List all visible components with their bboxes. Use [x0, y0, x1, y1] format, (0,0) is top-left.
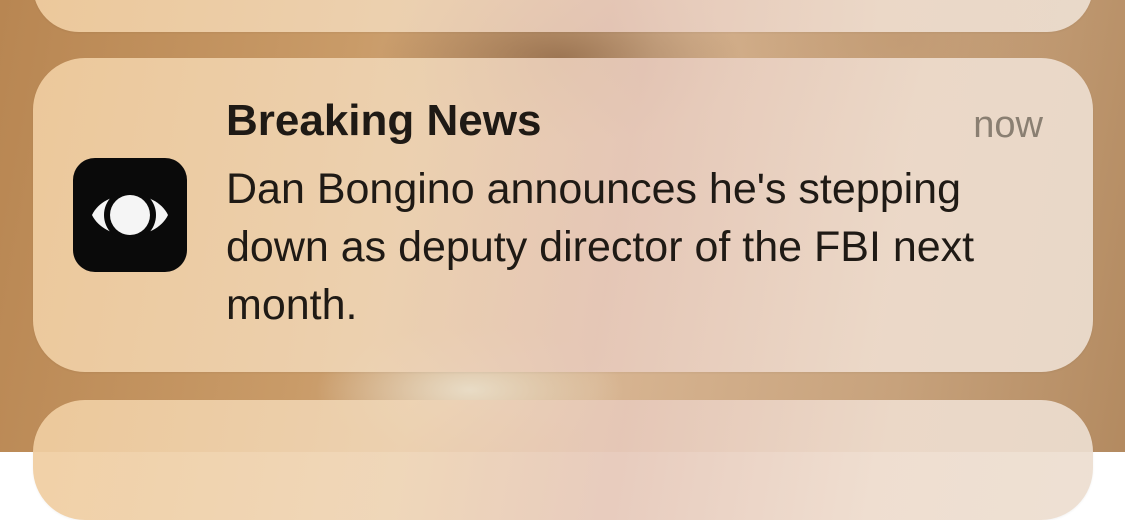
notification-title: Breaking News — [226, 96, 542, 145]
notification-card-next[interactable] — [33, 400, 1093, 520]
cbs-eye-icon — [73, 158, 187, 272]
notification-timestamp: now — [973, 104, 1043, 146]
notification-card-previous[interactable] — [33, 0, 1093, 32]
notification-body: Dan Bongino announces he's stepping down… — [226, 165, 975, 329]
